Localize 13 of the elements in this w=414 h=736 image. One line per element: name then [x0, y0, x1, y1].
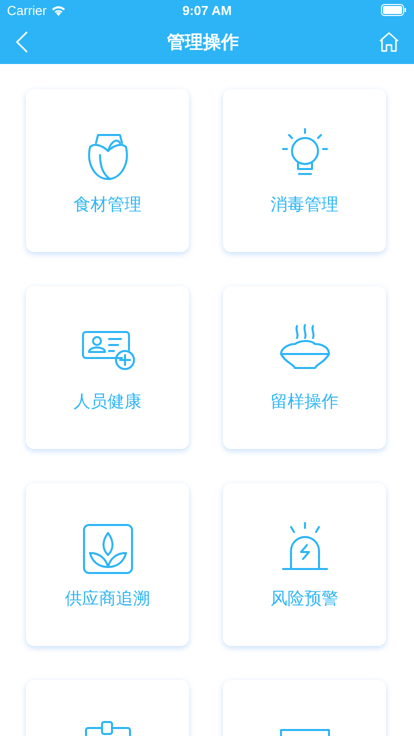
battery-icon — [381, 4, 407, 16]
menu-card[interactable]: 人员健康 — [26, 286, 189, 449]
menu-card[interactable]: 留样操作 — [223, 286, 386, 449]
home-button[interactable] — [378, 31, 400, 53]
menu-card[interactable]: 消毒管理 — [223, 89, 386, 252]
menu-card[interactable]: 食材管理 — [26, 89, 189, 252]
wifi-icon — [50, 4, 66, 16]
carrier-label: Carrier — [7, 2, 47, 18]
page-title: 管理操作 — [167, 31, 239, 54]
menu-card[interactable]: 风险预警 — [223, 483, 386, 646]
back-button[interactable] — [16, 31, 28, 53]
status-time: 9:07 AM — [182, 2, 232, 18]
menu-card[interactable]: 供应商追溯 — [26, 483, 189, 646]
